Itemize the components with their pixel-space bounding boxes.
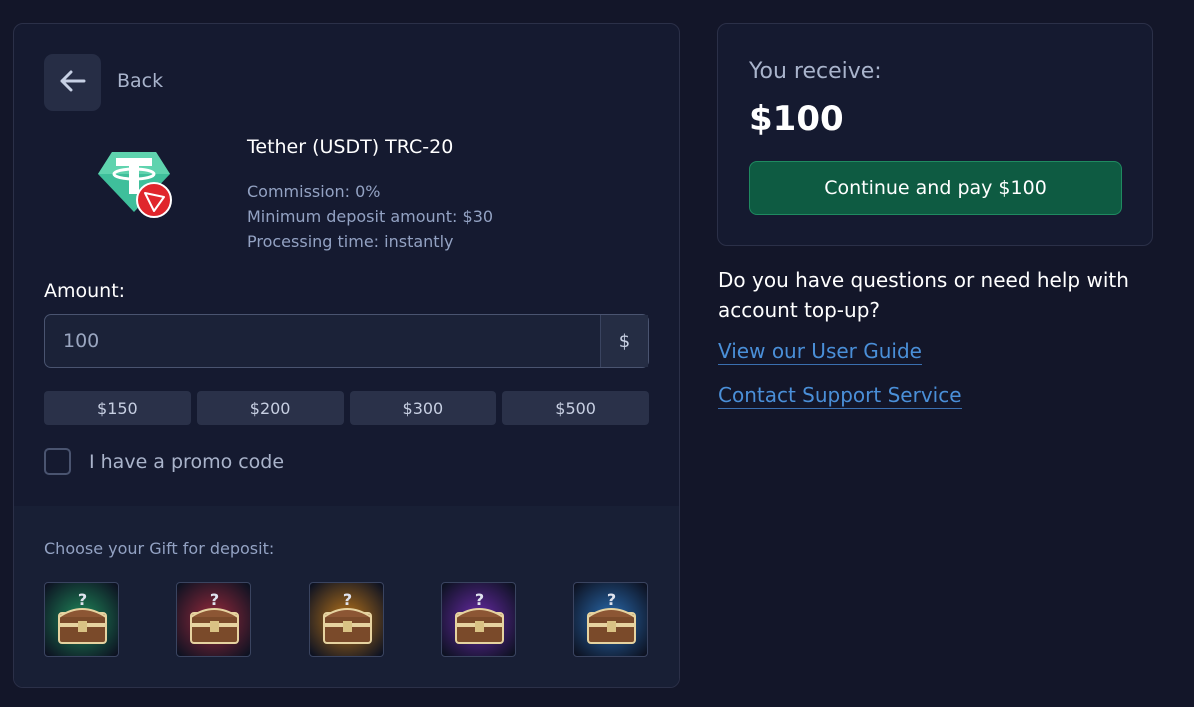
tether-trc20-icon [94,144,184,234]
deposit-panel: Back Tether (USDT) TRC-20 Commission: 0%… [13,23,680,688]
amount-input[interactable] [45,315,600,367]
mystery-chest-icon: ? [455,590,504,644]
amount-field: $ [44,314,649,368]
back-button[interactable] [44,54,101,111]
svg-text:?: ? [78,590,87,609]
commission-text: Commission: 0% [247,182,381,201]
contact-support-link[interactable]: Contact Support Service [718,383,962,409]
mystery-chest-icon: ? [323,590,372,644]
currency-symbol: $ [600,315,648,367]
arrow-left-icon [60,70,86,96]
back-label[interactable]: Back [117,70,163,92]
preset-150-button[interactable]: $150 [44,391,191,425]
payment-method-title: Tether (USDT) TRC-20 [247,136,454,158]
amount-label: Amount: [44,280,126,302]
svg-text:?: ? [475,590,484,609]
gift-green[interactable]: ? [44,582,119,657]
gift-section: Choose your Gift for deposit: ? ? ? ? ? [14,506,679,687]
promo-code-label[interactable]: I have a promo code [89,451,284,473]
preset-500-button[interactable]: $500 [502,391,649,425]
promo-code-toggle[interactable]: I have a promo code [44,448,284,475]
gift-title: Choose your Gift for deposit: [44,539,275,558]
help-question: Do you have questions or need help with … [718,268,1129,322]
payment-method-details: Commission: 0% Minimum deposit amount: $… [247,179,493,254]
minimum-deposit-text: Minimum deposit amount: $30 [247,207,494,226]
mystery-chest-icon: ? [587,590,636,644]
user-guide-link[interactable]: View our User Guide [718,339,922,365]
preset-300-button[interactable]: $300 [349,391,497,425]
gift-orange[interactable]: ? [309,582,384,657]
gift-purple[interactable]: ? [441,582,516,657]
processing-time-text: Processing time: instantly [247,232,454,251]
summary-panel: You receive: $100 Continue and pay $100 [717,23,1153,246]
receive-label: You receive: [749,59,882,84]
preset-200-button[interactable]: $200 [196,391,344,425]
gift-blue[interactable]: ? [573,582,648,657]
mystery-chest-icon: ? [58,590,107,644]
gift-red[interactable]: ? [176,582,251,657]
amount-presets: $150 $200 $300 $500 [44,391,649,425]
receive-amount: $100 [749,99,844,139]
svg-text:?: ? [210,590,219,609]
svg-text:?: ? [343,590,352,609]
svg-text:?: ? [607,590,616,609]
continue-pay-button[interactable]: Continue and pay $100 [749,161,1122,215]
mystery-chest-icon: ? [190,590,239,644]
promo-code-checkbox[interactable] [44,448,71,475]
